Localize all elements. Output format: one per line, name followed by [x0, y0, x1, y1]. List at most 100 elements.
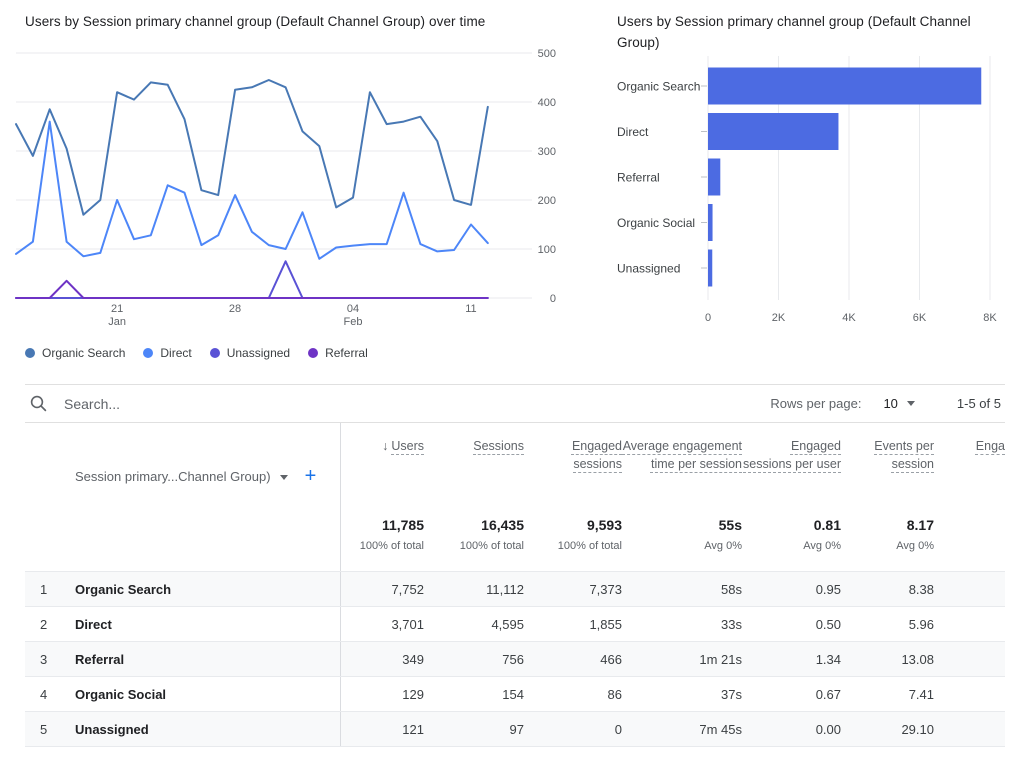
metric-value-cell: 129 [340, 677, 424, 711]
metric-value-cell: 5.96 [908, 616, 934, 632]
legend-dot-icon [143, 348, 154, 358]
metric-value-cell: 8.38 [908, 581, 934, 597]
column-header-engagement-rate-clipped[interactable]: Enga [934, 423, 1005, 515]
metric-value-cell: 0.00 [815, 721, 841, 737]
bar-x-axis-tick: 2K [772, 312, 786, 324]
metric-value-cell: 58s [721, 581, 742, 597]
rows-per-page-select[interactable]: 10 [883, 396, 915, 411]
legend-dot-icon [25, 348, 35, 358]
bar-category-label: Referral [617, 171, 660, 185]
analytics-report-page: Users by Session primary channel group (… [0, 0, 1024, 758]
totals-cell: 8.17 Avg 0% [841, 515, 934, 571]
bar-organic-search[interactable] [708, 67, 982, 105]
bar-referral[interactable] [708, 158, 721, 196]
line-chart-legend: Organic Search Direct Unassigned Referral [25, 346, 368, 360]
channel-name-cell: Direct [75, 616, 112, 632]
table-toolbar: Rows per page: 10 1-5 of 5 [25, 385, 1005, 423]
y-axis-tick: 200 [538, 195, 556, 207]
bar-x-axis-tick: 8K [983, 312, 997, 324]
line-chart[interactable]: 0 100 200 300 400 500 21Jan 28 04Feb 11 [0, 44, 560, 334]
bar-direct[interactable] [708, 113, 839, 150]
series-line-unassigned[interactable] [15, 260, 489, 299]
metric-value-cell: 11,112 [486, 581, 524, 597]
x-axis-tick: 04 [347, 303, 359, 315]
x-axis-tick-month: Jan [108, 316, 126, 328]
bar-unassigned[interactable] [708, 249, 713, 287]
totals-value: 0.81 [813, 517, 841, 533]
metric-value-cell: 756 [502, 651, 524, 667]
pagination-range: 1-5 of 5 [956, 396, 1001, 411]
legend-item: Unassigned [209, 346, 291, 360]
row-number: 5 [40, 721, 48, 737]
x-axis-tick-month: Feb [344, 316, 363, 328]
totals-sub-label: Avg 0% [896, 540, 934, 552]
metric-value-cell: 4,595 [491, 616, 524, 632]
pagination-controls: Rows per page: 10 1-5 of 5 [770, 396, 1005, 411]
column-header-users[interactable]: ↓ Users [340, 423, 424, 515]
metric-value-cell: 1m 21s [699, 651, 742, 667]
totals-cell: 55s Avg 0% [622, 515, 742, 571]
totals-sub-label: 100% of total [359, 540, 424, 552]
metric-value-cell: 13.08 [901, 651, 934, 667]
search-input[interactable] [64, 395, 384, 412]
bar-category-label: Organic Social [617, 216, 695, 230]
metric-value-cell: 121 [340, 712, 424, 746]
table-row: 4 Organic Social 129 154 86 37s 0.67 7.41 [25, 676, 1005, 711]
chevron-down-icon [906, 401, 915, 406]
column-header-sessions[interactable]: Sessions [424, 423, 524, 515]
totals-value: 55s [718, 517, 742, 533]
add-dimension-button[interactable]: + [305, 466, 317, 486]
totals-value: 9,593 [586, 517, 622, 533]
metric-value-cell: 86 [607, 686, 622, 702]
legend-label: Unassigned [226, 346, 291, 360]
metric-value-cell: 0 [614, 721, 622, 737]
channel-name-cell: Organic Search [75, 581, 172, 597]
rows-per-page-value: 10 [883, 396, 898, 411]
metric-value-cell: 33s [721, 616, 742, 632]
column-header-engaged-sessions-per-user[interactable]: Engaged sessions per user [742, 423, 841, 515]
search-icon [29, 394, 48, 413]
metric-value-cell: 466 [600, 651, 622, 667]
totals-sub-label: Avg 0% [704, 540, 742, 552]
rows-per-page-label: Rows per page: [770, 396, 862, 411]
series-line-direct[interactable] [15, 120, 489, 260]
dimension-column-header[interactable]: Session primary...Channel Group) + [25, 423, 340, 515]
bar-category-label: Organic Search [617, 80, 700, 94]
x-axis-tick: 11 [465, 303, 476, 315]
legend-label: Direct [160, 346, 192, 360]
legend-label: Organic Search [42, 346, 126, 360]
totals-value: 11,785 [381, 517, 424, 533]
metric-value-cell: 1,855 [589, 616, 622, 632]
legend-item: Organic Search [25, 346, 125, 360]
y-axis-tick: 300 [538, 146, 556, 158]
column-header-engaged-sessions[interactable]: Engaged sessions [524, 423, 622, 515]
table-totals-row: 11,785 100% of total 16,435 100% of total 9,… [25, 515, 1005, 571]
column-header-events-per-session[interactable]: Events per session [841, 423, 934, 515]
column-header-avg-engagement-time[interactable]: Average engagement time per session [622, 423, 742, 515]
table-row: 3 Referral 349 756 466 1m 21s 1.34 13.08 [25, 641, 1005, 676]
metrics-table: Rows per page: 10 1-5 of 5 Session prima… [25, 384, 1005, 747]
bar-x-axis-tick: 6K [913, 312, 927, 324]
y-axis-tick: 400 [538, 97, 556, 109]
metric-value-cell: 349 [340, 642, 424, 676]
metric-value-cell: 0.50 [815, 616, 841, 632]
bar-chart[interactable]: 0 2K 4K 6K 8K Organic Search Direct Referral Org… [617, 48, 1021, 338]
channel-name-cell: Referral [75, 651, 125, 667]
metric-value-cell: 97 [509, 721, 524, 737]
metric-value-cell: 1.34 [815, 651, 841, 667]
metric-value-cell: 154 [502, 686, 524, 702]
table-row: 1 Organic Search 7,752 11,112 7,373 58s 0.95 8.… [25, 571, 1005, 606]
totals-cell: 11,785 100% of total [340, 515, 424, 571]
chevron-down-icon [279, 474, 288, 480]
bar-x-axis-tick: 0 [705, 312, 711, 324]
bar-x-axis-tick: 4K [842, 312, 856, 324]
metric-value-cell: 0.67 [815, 686, 841, 702]
bar-organic-social[interactable] [708, 204, 713, 241]
metric-value-cell: 37s [721, 686, 742, 702]
series-line-organic-search[interactable] [15, 79, 489, 216]
series-line-referral[interactable] [15, 279, 489, 299]
metric-value-cell: 7.41 [908, 686, 934, 702]
sort-descending-icon: ↓ [382, 439, 389, 453]
metric-value-cell: 0.95 [815, 581, 841, 597]
totals-sub-label: Avg 0% [803, 540, 841, 552]
